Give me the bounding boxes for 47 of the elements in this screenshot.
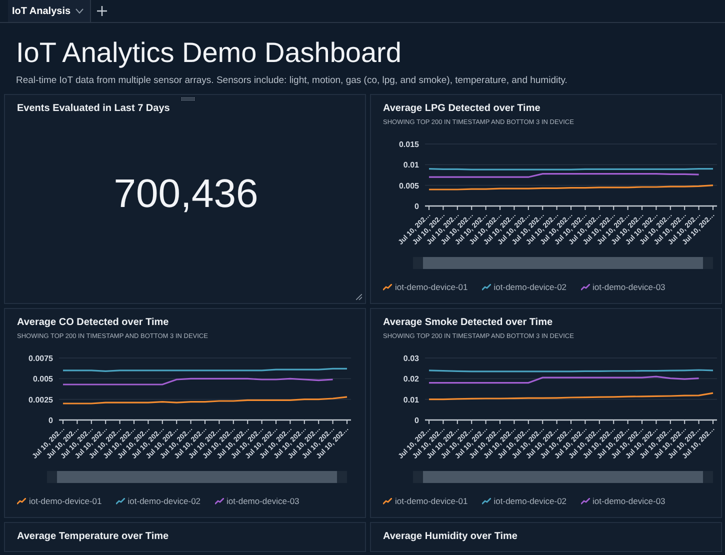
chevron-down-icon xyxy=(74,8,84,14)
axis-label: 0.01 xyxy=(403,395,419,404)
axis-label: 0.005 xyxy=(32,374,53,384)
range-slider[interactable] xyxy=(47,471,347,483)
legend-label[interactable]: iot-demo-device-03 xyxy=(226,496,300,506)
range-slider[interactable] xyxy=(413,257,713,269)
legend-label[interactable]: iot-demo-device-01 xyxy=(29,496,102,506)
axis-label: 0.005 xyxy=(398,181,419,190)
legend-label[interactable]: iot-demo-device-03 xyxy=(592,282,666,292)
legend-line-icon xyxy=(482,284,491,290)
add-tab-icon[interactable] xyxy=(96,6,107,16)
legend-line-icon xyxy=(580,498,590,504)
card-title: Average LPG Detected over Time xyxy=(383,103,542,114)
axis-label: 0.02 xyxy=(403,374,419,384)
legend-label[interactable]: iot-demo-device-02 xyxy=(494,496,567,506)
axis-label: 0.0075 xyxy=(28,354,53,363)
axis-label: 0.03 xyxy=(403,354,419,363)
legend-line-icon xyxy=(383,284,392,290)
card-title: Events Evaluated in Last 7 Days xyxy=(17,103,171,114)
axis-label: 0 xyxy=(414,416,419,425)
card-title: Average Temperature over Time xyxy=(17,531,170,542)
axis-label: 0.0025 xyxy=(28,395,53,404)
card-title: Average Humidity over Time xyxy=(383,531,518,542)
legend-line-icon xyxy=(116,498,125,504)
legend-line-icon xyxy=(580,284,590,290)
legend-label[interactable]: iot-demo-device-02 xyxy=(494,282,567,292)
drag-handle-icon[interactable] xyxy=(181,97,195,101)
legend-label[interactable]: iot-demo-device-01 xyxy=(395,496,468,506)
legend-line-icon xyxy=(17,498,26,504)
dashboard-description: Real-time IoT data from multiple sensor arrays. Sensors include: light, motion, gas (co, lpg, and smoke), temperature, and humidity. xyxy=(16,75,568,86)
card-title: Average Smoke Detected over Time xyxy=(383,317,554,328)
axis-label: 0 xyxy=(414,202,419,211)
dashboard-title: IoT Analytics Demo Dashboard xyxy=(16,37,402,69)
legend-line-icon xyxy=(214,498,224,504)
dashboard-tab[interactable]: IoT Analysis xyxy=(8,0,91,22)
range-slider[interactable] xyxy=(413,471,713,483)
card-title: Average CO Detected over Time xyxy=(17,317,170,328)
axis-label: 0.01 xyxy=(403,160,419,170)
legend-label[interactable]: iot-demo-device-01 xyxy=(395,282,468,292)
legend-label[interactable]: iot-demo-device-03 xyxy=(592,496,666,506)
legend-line-icon xyxy=(383,498,392,504)
axis-label: 0.015 xyxy=(398,140,419,149)
axis-label: 0 xyxy=(48,416,53,425)
legend-line-icon xyxy=(482,498,491,504)
resize-handle-icon[interactable] xyxy=(356,294,362,300)
kpi-value: 700,436 xyxy=(112,172,260,217)
legend-label[interactable]: iot-demo-device-02 xyxy=(128,496,201,506)
